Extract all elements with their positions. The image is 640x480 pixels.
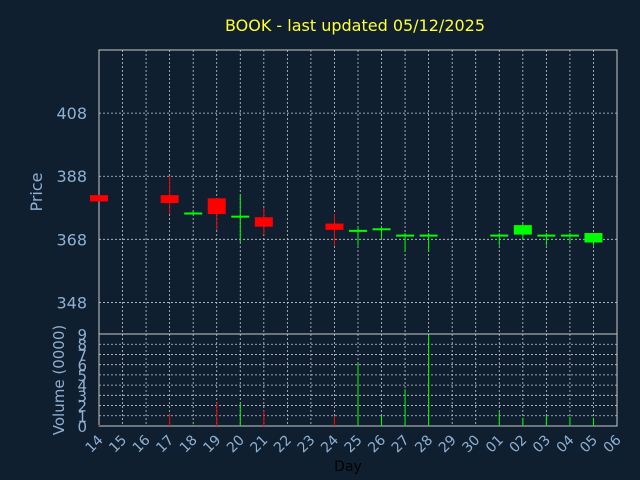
x-tick-label: 22 (271, 432, 295, 456)
x-tick-label: 17 (153, 432, 177, 456)
x-tick-label: 02 (507, 432, 531, 456)
x-tick-label: 04 (554, 432, 578, 456)
candle-body (537, 234, 556, 237)
volume-y-ticks: 0123456789 (77, 326, 87, 436)
price-tick-label: 348 (56, 293, 87, 312)
x-tick-label: 03 (530, 432, 554, 456)
candlestick-chart: BOOK - last updated 05/12/2025 408 388 368… (27, 16, 625, 475)
candle-body (513, 225, 532, 235)
x-tick-label: 24 (318, 432, 342, 456)
candle (396, 233, 415, 252)
x-tick-label: 06 (601, 432, 625, 456)
candle-body (490, 234, 509, 237)
candles (90, 176, 603, 252)
candle (513, 223, 532, 240)
x-tick-label: 01 (483, 432, 507, 456)
x-tick-label: 15 (106, 432, 130, 456)
candle (419, 233, 438, 252)
candle-body (349, 229, 367, 232)
candle (231, 195, 250, 243)
candle (90, 195, 108, 202)
candle-body (372, 228, 391, 231)
x-tick-label: 29 (436, 432, 460, 456)
x-tick-label: 28 (412, 432, 436, 456)
price-grid (98, 50, 618, 334)
candle (372, 226, 391, 240)
x-tick-label: 30 (459, 432, 483, 456)
x-tick-label: 05 (577, 432, 601, 456)
candle-body (419, 234, 438, 237)
candle (160, 176, 179, 215)
x-ticks: 14 15 16 17 18 19 20 21 22 23 24 25 26 27 28 29 30 01 02 03… (83, 432, 625, 456)
x-tick-label: 16 (130, 432, 154, 456)
price-tick-label: 408 (56, 104, 87, 123)
volume-tick-label: 9 (77, 326, 87, 344)
candle-body (160, 195, 179, 204)
x-axis-label: Day (334, 459, 362, 475)
x-tick-label: 23 (295, 432, 319, 456)
candle-body (207, 198, 226, 215)
price-panel: 408 388 368 348 (56, 49, 618, 335)
x-tick-label: 21 (248, 432, 272, 456)
candle-body (231, 215, 250, 218)
candle (254, 207, 273, 235)
candle (325, 214, 344, 246)
candle-body (325, 223, 344, 230)
candle-body (254, 217, 273, 227)
volume-axis-label: Volume (0000) (50, 325, 68, 435)
volume-bars (98, 335, 594, 426)
candle-body (184, 212, 203, 215)
candle (207, 198, 226, 230)
candle (184, 210, 203, 215)
x-tick-label: 20 (224, 432, 248, 456)
candle-body (90, 195, 108, 202)
chart-title: BOOK - last updated 05/12/2025 (225, 16, 485, 35)
candle-body (560, 234, 579, 237)
volume-panel: 0123456789 (77, 326, 618, 436)
x-tick-label: 18 (177, 432, 201, 456)
x-tick-label: 27 (389, 432, 413, 456)
price-tick-label: 388 (56, 167, 87, 186)
candle (584, 233, 603, 246)
candle-body (396, 234, 415, 237)
x-tick-label: 25 (342, 432, 366, 456)
x-tick-label: 19 (200, 432, 224, 456)
candle (560, 233, 579, 243)
x-tick-label: 26 (365, 432, 389, 456)
candle (349, 226, 367, 246)
price-tick-label: 368 (56, 230, 87, 249)
price-axis-label: Price (27, 172, 46, 211)
candle-body (584, 233, 603, 243)
price-y-ticks: 408 388 368 348 (56, 104, 87, 312)
